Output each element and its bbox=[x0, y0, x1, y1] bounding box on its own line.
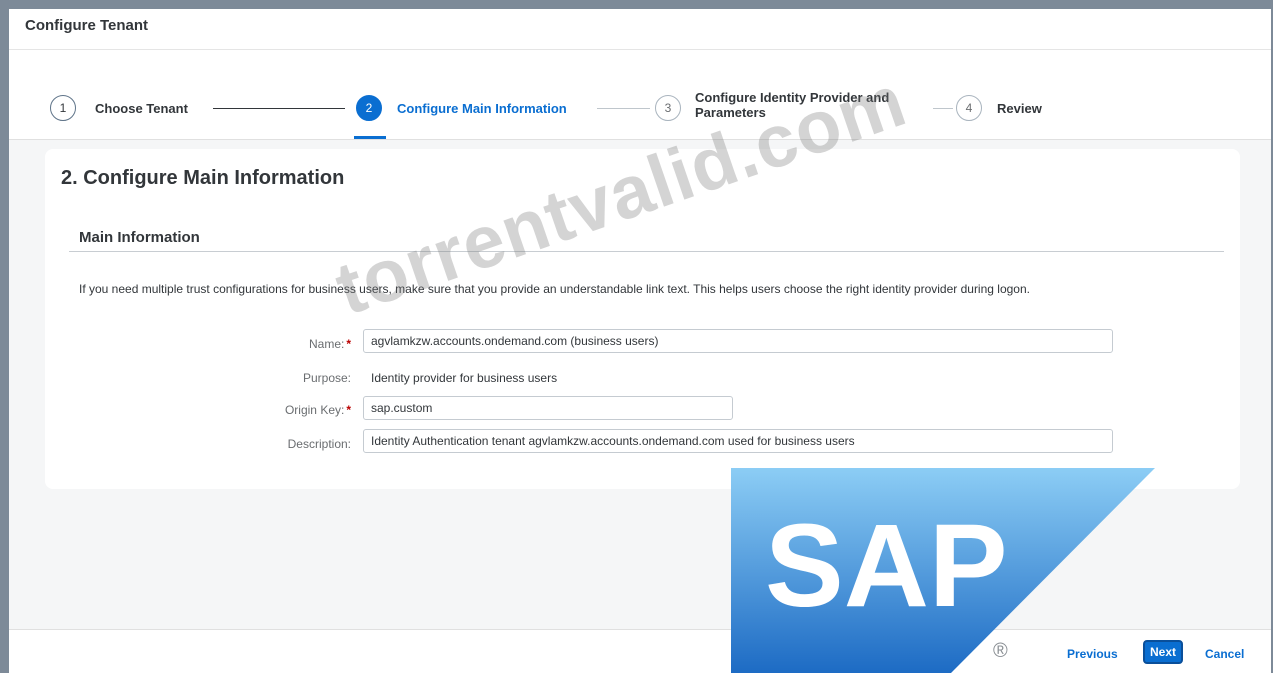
step-connector-1 bbox=[213, 108, 345, 109]
page-title: Configure Tenant bbox=[25, 17, 149, 34]
cancel-button[interactable]: Cancel bbox=[1205, 647, 1244, 661]
title-bar: Configure Tenant bbox=[9, 9, 1271, 50]
origin-key-input[interactable]: sap.custom bbox=[363, 396, 733, 420]
name-input[interactable]: agvlamkzw.accounts.ondemand.com (busines… bbox=[363, 329, 1113, 353]
sap-logo-text: SAP bbox=[765, 500, 1008, 632]
step-3-indicator[interactable]: 3 bbox=[655, 95, 681, 121]
active-step-underline bbox=[354, 136, 386, 139]
step-1-label[interactable]: Choose Tenant bbox=[95, 101, 188, 116]
step-2-label[interactable]: Configure Main Information bbox=[397, 101, 567, 116]
step-4-label[interactable]: Review bbox=[997, 101, 1042, 116]
step-1-indicator[interactable]: 1 bbox=[50, 95, 76, 121]
section-title: Main Information bbox=[79, 229, 200, 246]
step-connector-2 bbox=[597, 108, 650, 109]
info-message: If you need multiple trust configuration… bbox=[79, 282, 1030, 296]
origin-key-label: Origin Key: * bbox=[284, 403, 351, 417]
required-marker: * bbox=[346, 337, 351, 351]
purpose-value: Identity provider for business users bbox=[371, 371, 558, 385]
registered-mark: ® bbox=[993, 640, 1008, 662]
wizard-progress: 1 Choose Tenant 2 Configure Main Informa… bbox=[9, 50, 1271, 140]
name-label: Name: * bbox=[308, 337, 351, 351]
step-4-indicator[interactable]: 4 bbox=[956, 95, 982, 121]
purpose-label: Purpose: bbox=[302, 371, 351, 385]
step-connector-3 bbox=[933, 108, 953, 109]
sap-logo: SAP bbox=[731, 468, 1155, 673]
step-heading: 2. Configure Main Information bbox=[61, 167, 345, 189]
step-2-indicator[interactable]: 2 bbox=[356, 95, 382, 121]
description-label: Description: bbox=[287, 437, 351, 451]
description-input[interactable]: Identity Authentication tenant agvlamkzw… bbox=[363, 429, 1113, 453]
section-divider bbox=[69, 251, 1224, 252]
required-marker: * bbox=[346, 403, 351, 417]
